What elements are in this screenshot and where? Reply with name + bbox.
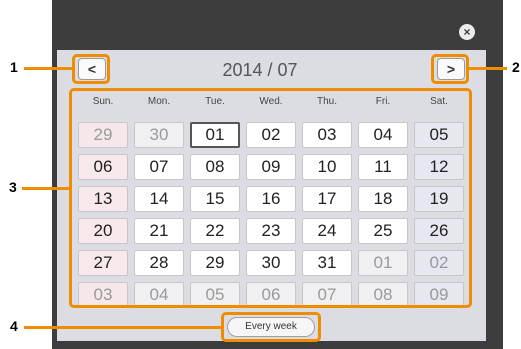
callout-line-2 xyxy=(469,67,507,70)
callout-number-2: 2 xyxy=(512,59,520,75)
callout-box-4 xyxy=(221,312,321,342)
close-icon[interactable]: × xyxy=(459,24,475,40)
callout-box-3 xyxy=(69,88,472,308)
callout-box-1 xyxy=(72,54,110,84)
callout-box-2 xyxy=(431,54,469,84)
callout-line-3 xyxy=(22,187,69,190)
callout-number-3: 3 xyxy=(9,179,17,195)
callout-line-4 xyxy=(24,326,221,329)
callout-number-1: 1 xyxy=(10,59,18,75)
callout-number-4: 4 xyxy=(10,318,18,334)
callout-line-1 xyxy=(24,67,72,70)
month-title: 2014 / 07 xyxy=(222,60,298,80)
